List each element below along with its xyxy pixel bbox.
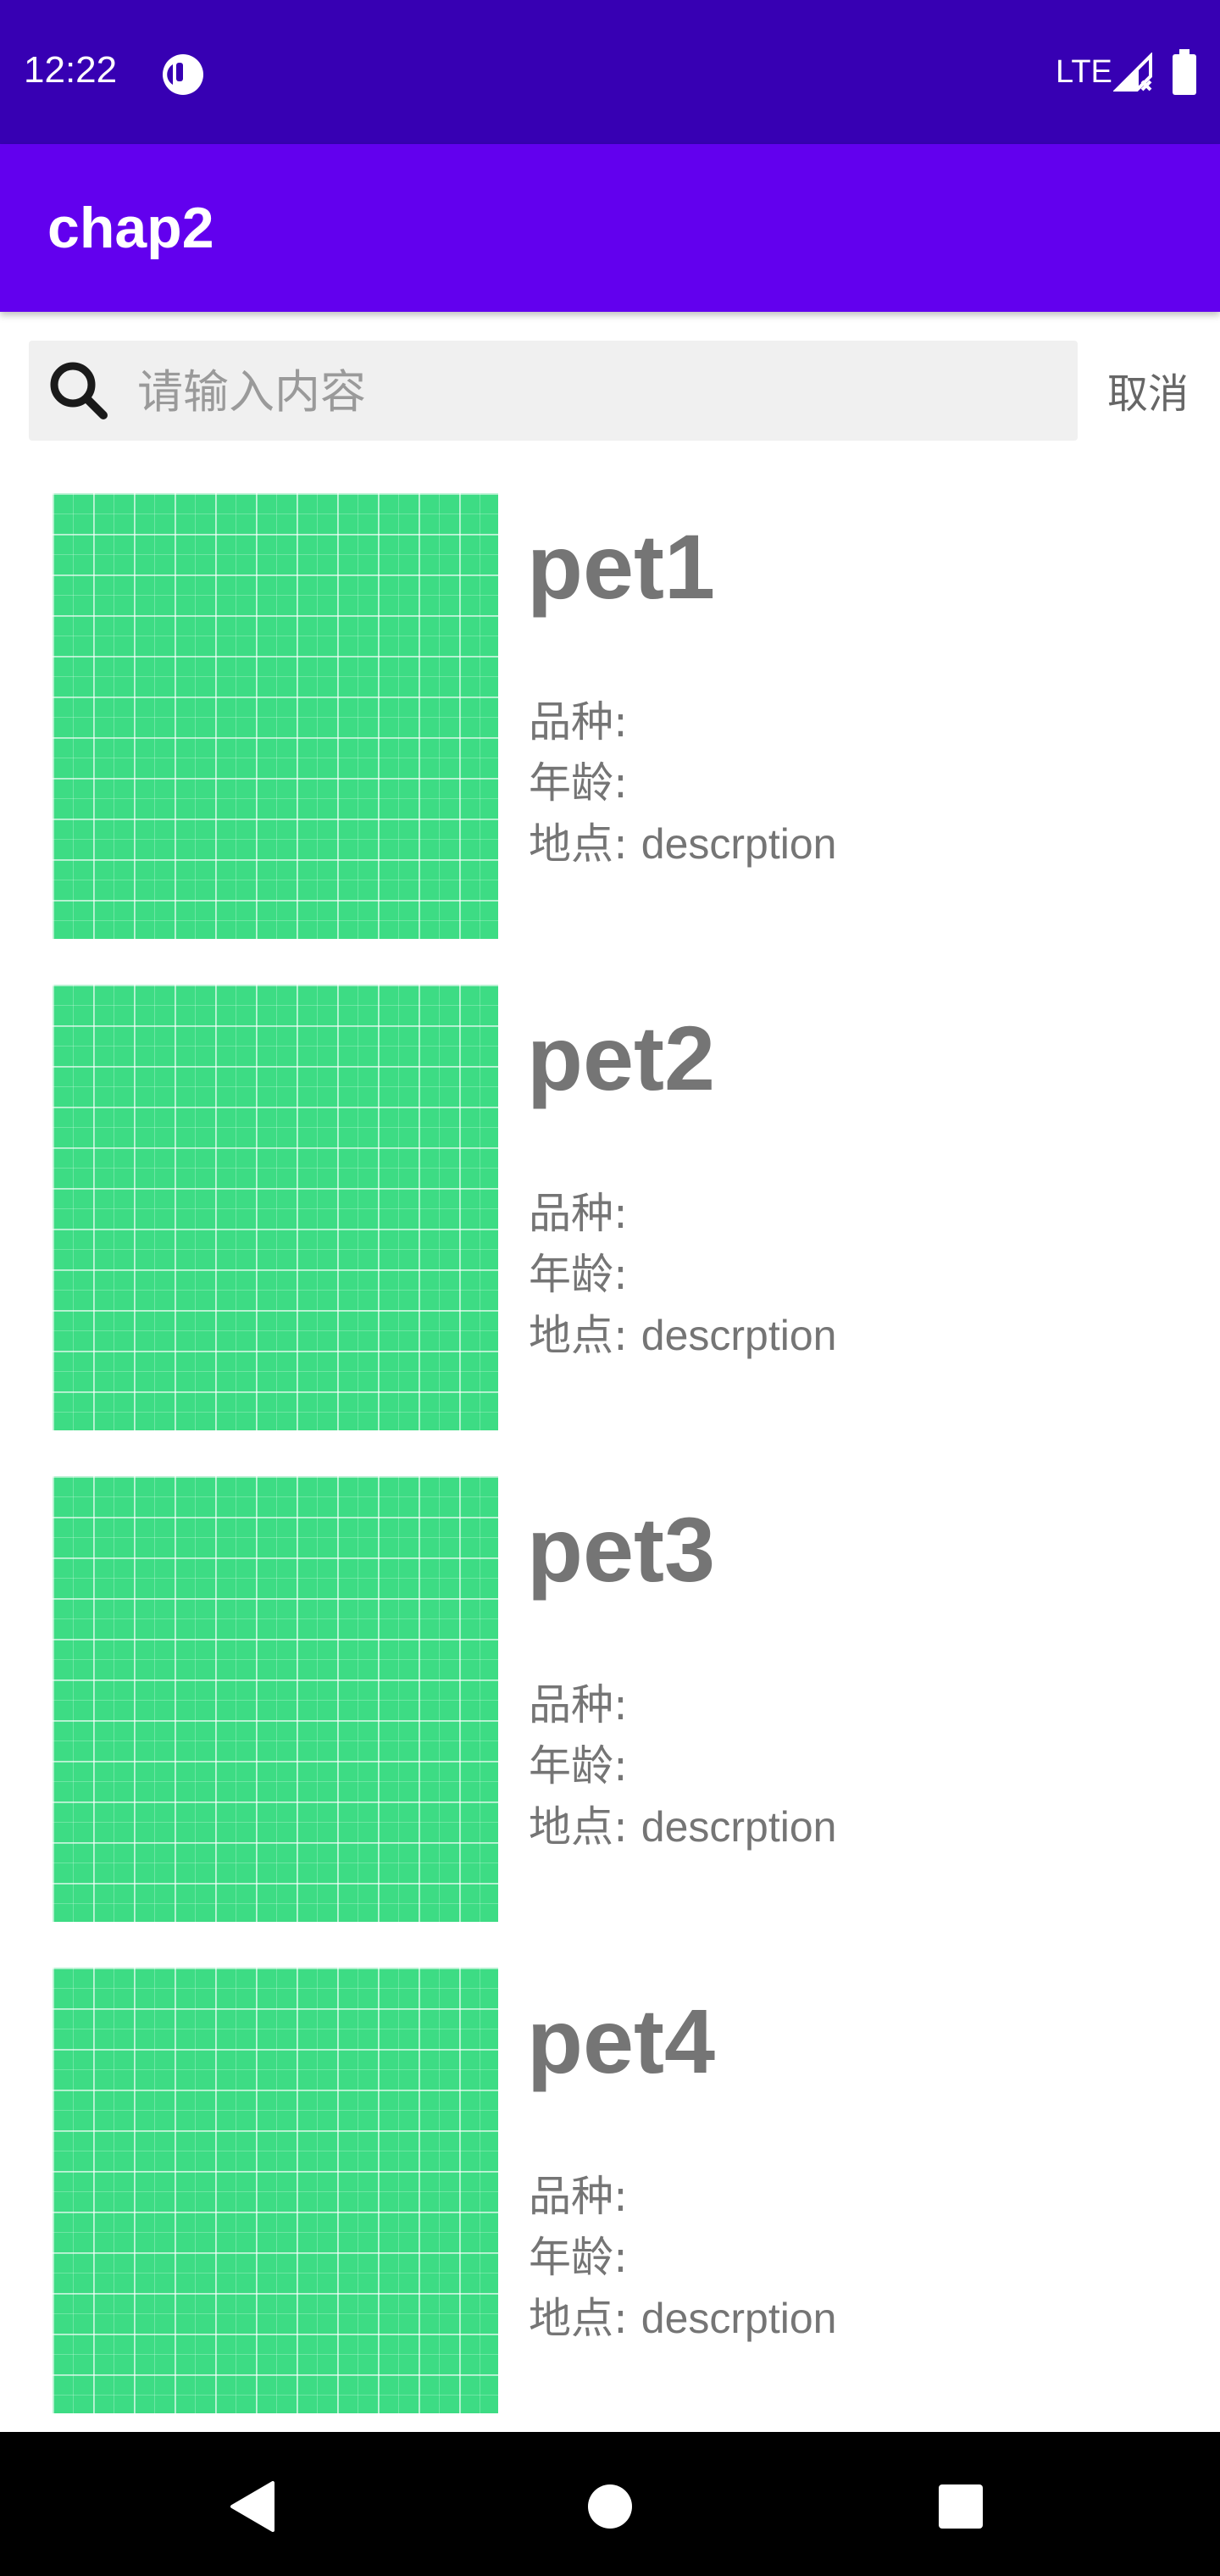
pet-image [53,985,498,1430]
pet-image [53,493,498,939]
pet-breed: 品种: [529,688,628,749]
cancel-button[interactable]: 取消 [1101,364,1195,424]
pet-list-item[interactable]: pet2 品种: 年龄: 地点: descrption [0,966,1220,1457]
pet-breed: 品种: [529,2162,628,2223]
pet-age-label: 年龄: [529,758,628,808]
recents-icon[interactable] [918,2464,1003,2549]
app-bar: chap2 [0,144,1220,312]
back-icon[interactable] [212,2464,297,2549]
pet-image [53,1476,498,1922]
pet-breed-label: 品种: [529,2172,628,2221]
pet-location-value: descrption [640,2295,837,2342]
pet-location-value: descrption [640,820,837,868]
pet-breed: 品种: [529,1671,628,1732]
pet-name: pet3 [527,1498,716,1601]
navigation-bar [0,2432,1220,2576]
battery-icon [1173,49,1196,95]
pet-location-label: 地点: [529,819,628,869]
pet-age: 年龄: [529,749,628,810]
app-title: chap2 [47,196,214,260]
pet-location-label: 地点: [529,1802,628,1852]
pet-name: pet4 [527,1990,716,2092]
pet-location-label: 地点: [529,1311,628,1360]
app-notification-icon [163,54,203,95]
pet-image [53,1968,498,2413]
pet-list-item[interactable]: pet4 品种: 年龄: 地点: descrption [0,1949,1220,2440]
pet-breed-label: 品种: [529,1680,628,1729]
pet-location-value: descrption [640,1312,837,1359]
signal-icon [1113,53,1152,92]
pet-location-value: descrption [640,1803,837,1851]
status-time: 12:22 [24,49,118,91]
pet-location: 地点: descrption [529,810,836,871]
pet-age: 年龄: [529,2223,628,2285]
pet-location: 地点: descrption [529,1302,836,1363]
search-box[interactable] [29,341,1078,441]
pet-age: 年龄: [529,1241,628,1302]
pet-name: pet1 [527,515,716,618]
search-icon [50,362,108,419]
pet-age-label: 年龄: [529,1250,628,1299]
network-type: LTE [1056,54,1112,90]
pet-breed-label: 品种: [529,697,628,747]
status-bar: 12:22 LTE [0,0,1220,144]
pet-location: 地点: descrption [529,2285,836,2346]
pet-breed: 品种: [529,1180,628,1241]
pet-age: 年龄: [529,1732,628,1793]
pet-age-label: 年龄: [529,2233,628,2282]
pet-location-label: 地点: [529,2294,628,2343]
pet-location: 地点: descrption [529,1793,836,1854]
pet-age-label: 年龄: [529,1741,628,1790]
pet-list-item[interactable]: pet1 品种: 年龄: 地点: descrption [0,475,1220,966]
pet-name: pet2 [527,1007,716,1109]
pet-list-item[interactable]: pet3 品种: 年龄: 地点: descrption [0,1457,1220,1949]
home-icon[interactable] [568,2464,652,2549]
search-input[interactable] [136,353,1062,430]
pet-breed-label: 品种: [529,1189,628,1238]
